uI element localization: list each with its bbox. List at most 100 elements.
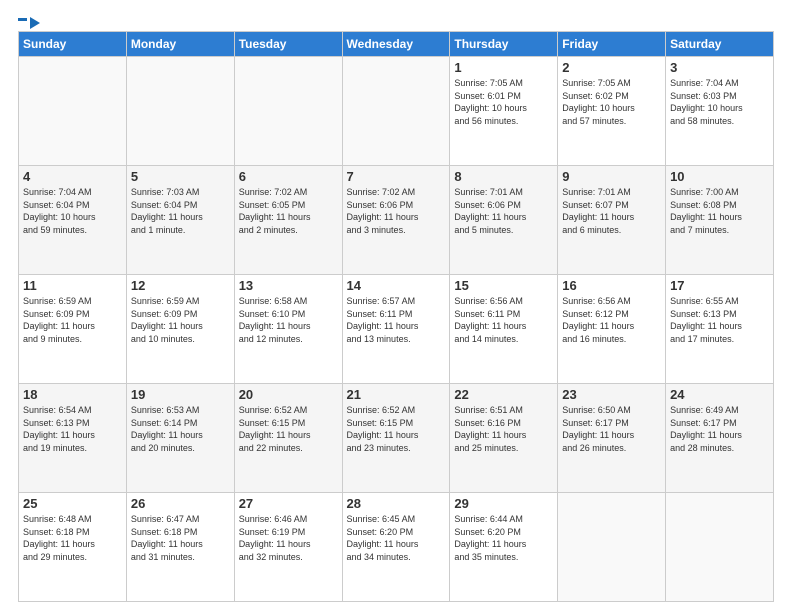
day-number: 22 (454, 387, 553, 402)
day-info: Sunrise: 6:46 AMSunset: 6:19 PMDaylight:… (239, 513, 338, 563)
day-cell: 19 Sunrise: 6:53 AMSunset: 6:14 PMDayligh… (126, 384, 234, 493)
day-cell: 20 Sunrise: 6:52 AMSunset: 6:15 PMDayligh… (234, 384, 342, 493)
logo (18, 16, 27, 21)
day-number: 13 (239, 278, 338, 293)
day-info: Sunrise: 7:04 AMSunset: 6:03 PMDaylight:… (670, 77, 769, 127)
day-info: Sunrise: 6:59 AMSunset: 6:09 PMDaylight:… (131, 295, 230, 345)
weekday-header-sunday: Sunday (19, 32, 127, 57)
day-info: Sunrise: 6:55 AMSunset: 6:13 PMDaylight:… (670, 295, 769, 345)
week-row-4: 18 Sunrise: 6:54 AMSunset: 6:13 PMDayligh… (19, 384, 774, 493)
day-number: 1 (454, 60, 553, 75)
week-row-5: 25 Sunrise: 6:48 AMSunset: 6:18 PMDayligh… (19, 493, 774, 602)
weekday-header-tuesday: Tuesday (234, 32, 342, 57)
day-cell: 22 Sunrise: 6:51 AMSunset: 6:16 PMDayligh… (450, 384, 558, 493)
day-cell: 6 Sunrise: 7:02 AMSunset: 6:05 PMDaylight… (234, 166, 342, 275)
day-cell (126, 57, 234, 166)
day-cell: 26Sunrise: 6:47 AMSunset: 6:18 PMDayligh… (126, 493, 234, 602)
day-info: Sunrise: 7:02 AMSunset: 6:06 PMDaylight:… (347, 186, 446, 236)
day-cell: 24 Sunrise: 6:49 AMSunset: 6:17 PMDayligh… (666, 384, 774, 493)
week-row-1: 1 Sunrise: 7:05 AMSunset: 6:01 PMDaylight… (19, 57, 774, 166)
weekday-header-monday: Monday (126, 32, 234, 57)
day-info: Sunrise: 6:52 AMSunset: 6:15 PMDaylight:… (347, 404, 446, 454)
day-info: Sunrise: 7:03 AMSunset: 6:04 PMDaylight:… (131, 186, 230, 236)
weekday-header-friday: Friday (558, 32, 666, 57)
day-number: 27 (239, 496, 338, 511)
day-cell: 1 Sunrise: 7:05 AMSunset: 6:01 PMDaylight… (450, 57, 558, 166)
day-info: Sunrise: 6:57 AMSunset: 6:11 PMDaylight:… (347, 295, 446, 345)
day-cell: 27 Sunrise: 6:46 AMSunset: 6:19 PMDayligh… (234, 493, 342, 602)
day-info: Sunrise: 6:56 AMSunset: 6:12 PMDaylight:… (562, 295, 661, 345)
page: SundayMondayTuesdayWednesdayThursdayFrid… (0, 0, 792, 612)
day-number: 8 (454, 169, 553, 184)
calendar-table: SundayMondayTuesdayWednesdayThursdayFrid… (18, 31, 774, 602)
day-number: 16 (562, 278, 661, 293)
day-number: 29 (454, 496, 553, 511)
day-info: Sunrise: 6:48 AMSunset: 6:18 PMDaylight:… (23, 513, 122, 563)
day-info: Sunrise: 6:58 AMSunset: 6:10 PMDaylight:… (239, 295, 338, 345)
day-number: 10 (670, 169, 769, 184)
day-number: 6 (239, 169, 338, 184)
day-number: 25 (23, 496, 122, 511)
day-info: Sunrise: 7:01 AMSunset: 6:06 PMDaylight:… (454, 186, 553, 236)
day-info: Sunrise: 6:59 AMSunset: 6:09 PMDaylight:… (23, 295, 122, 345)
day-number: 15 (454, 278, 553, 293)
day-info: Sunrise: 6:56 AMSunset: 6:11 PMDaylight:… (454, 295, 553, 345)
day-number: 5 (131, 169, 230, 184)
day-info: Sunrise: 6:52 AMSunset: 6:15 PMDaylight:… (239, 404, 338, 454)
day-cell: 15 Sunrise: 6:56 AMSunset: 6:11 PMDayligh… (450, 275, 558, 384)
day-number: 9 (562, 169, 661, 184)
day-cell: 11Sunrise: 6:59 AMSunset: 6:09 PMDayligh… (19, 275, 127, 384)
day-cell (666, 493, 774, 602)
day-cell: 14 Sunrise: 6:57 AMSunset: 6:11 PMDayligh… (342, 275, 450, 384)
weekday-header-saturday: Saturday (666, 32, 774, 57)
day-cell: 21Sunrise: 6:52 AMSunset: 6:15 PMDayligh… (342, 384, 450, 493)
day-info: Sunrise: 7:01 AMSunset: 6:07 PMDaylight:… (562, 186, 661, 236)
day-info: Sunrise: 6:47 AMSunset: 6:18 PMDaylight:… (131, 513, 230, 563)
day-info: Sunrise: 7:02 AMSunset: 6:05 PMDaylight:… (239, 186, 338, 236)
day-cell: 3 Sunrise: 7:04 AMSunset: 6:03 PMDaylight… (666, 57, 774, 166)
day-number: 23 (562, 387, 661, 402)
day-info: Sunrise: 6:53 AMSunset: 6:14 PMDaylight:… (131, 404, 230, 454)
day-number: 18 (23, 387, 122, 402)
day-cell: 8 Sunrise: 7:01 AMSunset: 6:06 PMDaylight… (450, 166, 558, 275)
day-cell: 23Sunrise: 6:50 AMSunset: 6:17 PMDayligh… (558, 384, 666, 493)
day-number: 12 (131, 278, 230, 293)
day-number: 24 (670, 387, 769, 402)
day-number: 3 (670, 60, 769, 75)
day-number: 19 (131, 387, 230, 402)
weekday-header-row: SundayMondayTuesdayWednesdayThursdayFrid… (19, 32, 774, 57)
day-cell: 12 Sunrise: 6:59 AMSunset: 6:09 PMDayligh… (126, 275, 234, 384)
day-cell (342, 57, 450, 166)
day-cell: 16 Sunrise: 6:56 AMSunset: 6:12 PMDayligh… (558, 275, 666, 384)
day-cell: 5 Sunrise: 7:03 AMSunset: 6:04 PMDaylight… (126, 166, 234, 275)
day-number: 2 (562, 60, 661, 75)
day-number: 28 (347, 496, 446, 511)
day-cell: 28 Sunrise: 6:45 AMSunset: 6:20 PMDayligh… (342, 493, 450, 602)
logo-underline (18, 18, 27, 21)
day-info: Sunrise: 6:49 AMSunset: 6:17 PMDaylight:… (670, 404, 769, 454)
day-cell (558, 493, 666, 602)
day-cell: 10Sunrise: 7:00 AMSunset: 6:08 PMDayligh… (666, 166, 774, 275)
day-info: Sunrise: 7:05 AMSunset: 6:02 PMDaylight:… (562, 77, 661, 127)
day-cell: 4Sunrise: 7:04 AMSunset: 6:04 PMDaylight… (19, 166, 127, 275)
day-info: Sunrise: 6:51 AMSunset: 6:16 PMDaylight:… (454, 404, 553, 454)
day-cell: 2 Sunrise: 7:05 AMSunset: 6:02 PMDaylight… (558, 57, 666, 166)
day-info: Sunrise: 6:44 AMSunset: 6:20 PMDaylight:… (454, 513, 553, 563)
day-cell: 29 Sunrise: 6:44 AMSunset: 6:20 PMDayligh… (450, 493, 558, 602)
day-number: 7 (347, 169, 446, 184)
weekday-header-thursday: Thursday (450, 32, 558, 57)
day-info: Sunrise: 7:05 AMSunset: 6:01 PMDaylight:… (454, 77, 553, 127)
day-cell: 17Sunrise: 6:55 AMSunset: 6:13 PMDayligh… (666, 275, 774, 384)
week-row-3: 11Sunrise: 6:59 AMSunset: 6:09 PMDayligh… (19, 275, 774, 384)
day-info: Sunrise: 6:45 AMSunset: 6:20 PMDaylight:… (347, 513, 446, 563)
day-cell: 25 Sunrise: 6:48 AMSunset: 6:18 PMDayligh… (19, 493, 127, 602)
day-cell: 7 Sunrise: 7:02 AMSunset: 6:06 PMDaylight… (342, 166, 450, 275)
day-info: Sunrise: 6:54 AMSunset: 6:13 PMDaylight:… (23, 404, 122, 454)
weekday-header-wednesday: Wednesday (342, 32, 450, 57)
day-cell (234, 57, 342, 166)
day-number: 14 (347, 278, 446, 293)
day-cell (19, 57, 127, 166)
week-row-2: 4Sunrise: 7:04 AMSunset: 6:04 PMDaylight… (19, 166, 774, 275)
day-info: Sunrise: 7:04 AMSunset: 6:04 PMDaylight:… (23, 186, 122, 236)
day-number: 20 (239, 387, 338, 402)
